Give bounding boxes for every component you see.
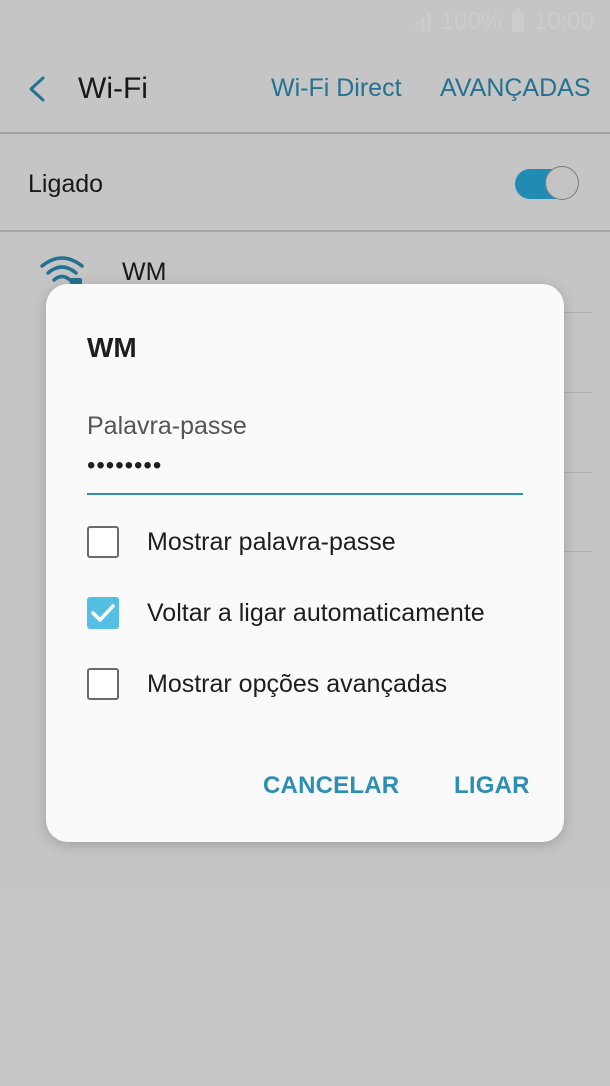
show-password-option[interactable]: Mostrar palavra-passe [87, 520, 527, 566]
wifi-password-dialog: WM Palavra-passe •••••••• Mostrar palavr… [46, 284, 564, 842]
advanced-options-checkbox[interactable] [87, 668, 119, 700]
auto-reconnect-option[interactable]: Voltar a ligar automaticamente [87, 591, 527, 637]
advanced-options-option[interactable]: Mostrar opções avançadas [87, 662, 527, 708]
show-password-label: Mostrar palavra-passe [147, 528, 396, 556]
connect-button[interactable]: LIGAR [454, 772, 530, 800]
advanced-options-label: Mostrar opções avançadas [147, 670, 448, 698]
password-underline [87, 493, 523, 495]
show-password-checkbox[interactable] [87, 526, 119, 558]
checkmark-icon [91, 604, 115, 622]
cancel-button[interactable]: CANCELAR [263, 772, 399, 800]
password-label: Palavra-passe [87, 412, 247, 440]
auto-reconnect-label: Voltar a ligar automaticamente [147, 599, 485, 627]
password-input[interactable]: •••••••• [87, 452, 162, 480]
auto-reconnect-checkbox[interactable] [87, 597, 119, 629]
dialog-title: WM [87, 332, 137, 363]
